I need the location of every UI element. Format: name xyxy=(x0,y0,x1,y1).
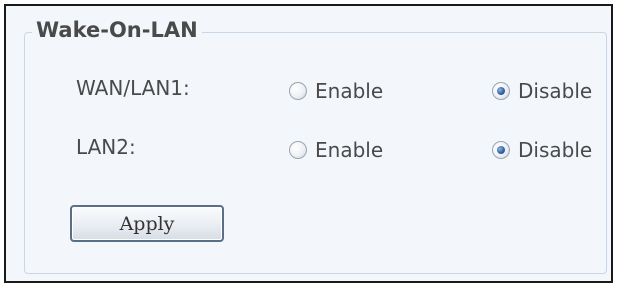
radio-checked-icon xyxy=(492,141,510,159)
wake-on-lan-panel: Wake-On-LAN WAN/LAN1: Enable Disable LAN… xyxy=(4,4,613,283)
section-title: Wake-On-LAN xyxy=(32,16,202,44)
wan-lan1-label: WAN/LAN1: xyxy=(76,76,190,100)
lan2-disable-radio[interactable]: Disable xyxy=(492,137,592,163)
wan-lan1-disable-radio[interactable]: Disable xyxy=(492,78,592,104)
wan-lan1-disable-label: Disable xyxy=(518,79,593,103)
radio-unchecked-icon xyxy=(289,141,307,159)
lan2-disable-label: Disable xyxy=(518,138,593,162)
radio-unchecked-icon xyxy=(289,82,307,100)
lan2-label: LAN2: xyxy=(76,135,136,159)
radio-checked-icon xyxy=(492,82,510,100)
apply-button[interactable]: Apply xyxy=(70,205,224,242)
lan2-enable-label: Enable xyxy=(315,138,384,162)
lan2-enable-radio[interactable]: Enable xyxy=(289,137,383,163)
wan-lan1-enable-label: Enable xyxy=(315,79,384,103)
wan-lan1-enable-radio[interactable]: Enable xyxy=(289,78,383,104)
